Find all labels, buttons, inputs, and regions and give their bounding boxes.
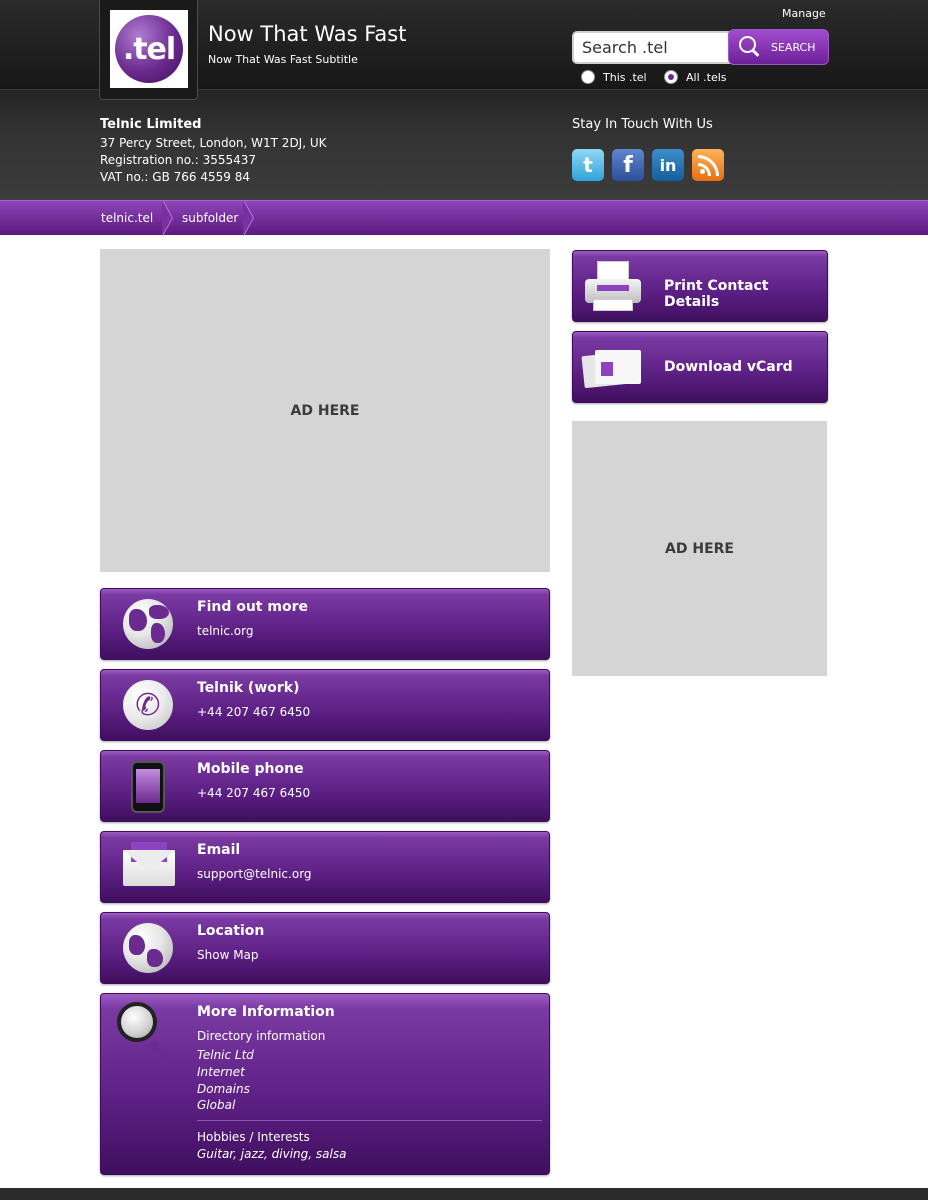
contact-find-out-more[interactable]: Find out more telnic.org [100,588,550,660]
contact-title: Mobile phone [197,761,304,777]
twitter-glyph: t [583,153,593,177]
contact-value-link[interactable]: telnic.org [197,624,253,638]
directory-item: Domains [197,1082,250,1096]
print-contact-label: Print Contact Details [664,278,769,310]
contact-value-link[interactable]: Show Map [197,948,259,962]
linkedin-glyph: in [659,155,677,175]
scope-option-all-tels[interactable]: All .tels [664,70,727,84]
facebook-icon[interactable]: f [612,149,644,181]
directory-label: Directory information [197,1029,326,1043]
logo-container[interactable]: .tel [99,0,198,100]
search-icon [737,34,763,60]
radio-label-this-tel: This .tel [603,70,647,84]
vcard-icon [581,348,643,390]
contact-location[interactable]: Location Show Map [100,912,550,984]
contact-email[interactable]: Email support@telnic.org [100,831,550,903]
divider [197,1120,542,1121]
company-address: 37 Percy Street, London, W1T 2DJ, UK [100,136,327,150]
hobbies-value: Guitar, jazz, diving, salsa [197,1147,347,1161]
envelope-icon [123,842,175,894]
radio-this-tel[interactable] [581,70,595,84]
scope-option-this-tel[interactable]: This .tel [581,70,647,84]
contact-value-link[interactable]: support@telnic.org [197,867,312,881]
main-ad[interactable]: AD HERE [100,249,550,572]
company-vat: VAT no.: GB 766 4559 84 [100,170,250,184]
side-ad[interactable]: AD HERE [572,421,827,676]
hobbies-label: Hobbies / Interests [197,1130,310,1144]
tel-logo-icon: .tel [115,15,183,83]
company-registration: Registration no.: 3555437 [100,153,257,167]
download-vcard-label: Download vCard [664,359,793,375]
printer-icon [585,261,643,313]
directory-item: Global [197,1098,236,1112]
contact-value-link[interactable]: +44 207 467 6450 [197,786,310,800]
location-globe-icon [123,923,175,975]
site-subtitle: Now That Was Fast Subtitle [208,53,358,66]
contact-value-link[interactable]: +44 207 467 6450 [197,705,310,719]
search-input[interactable] [572,31,742,64]
directory-item: Telnic Ltd [197,1048,254,1062]
search-button[interactable]: SEARCH [728,29,829,65]
breadcrumb-separator [243,200,256,236]
rss-icon[interactable] [692,149,724,181]
breadcrumb: telnic.tel subfolder [0,200,928,236]
rss-dot [700,169,705,174]
magnifier-icon [117,1002,173,1065]
contact-telnik-work[interactable]: ✆ Telnik (work) +44 207 467 6450 [100,669,550,741]
breadcrumb-item-telnic[interactable]: telnic.tel [101,211,153,225]
globe-icon [123,599,175,651]
company-name: Telnic Limited [100,117,202,132]
contact-mobile-phone[interactable]: Mobile phone +44 207 467 6450 [100,750,550,822]
download-vcard-button[interactable]: Download vCard [572,331,828,403]
main-ad-label: AD HERE [290,402,360,419]
breadcrumb-item-subfolder[interactable]: subfolder [182,211,238,225]
more-information-panel: More Information Directory information T… [100,993,550,1175]
stay-in-touch-title: Stay In Touch With Us [572,117,713,132]
site-title: Now That Was Fast [208,22,407,46]
manage-link[interactable]: Manage [782,7,826,20]
phone-icon: ✆ [123,680,175,732]
contact-title: Email [197,842,241,858]
print-contact-button[interactable]: Print Contact Details [572,250,828,322]
directory-item: Internet [197,1065,245,1079]
breadcrumb-separator [162,200,175,236]
radio-all-tels[interactable] [664,70,678,84]
logo-text: .tel [122,31,176,67]
contact-title: Telnik (work) [197,680,300,696]
contact-title: Find out more [197,599,308,615]
more-info-title: More Information [197,1004,335,1020]
search-button-label: SEARCH [771,40,816,54]
twitter-icon[interactable]: t [572,149,604,181]
facebook-glyph: f [623,152,633,178]
radio-label-all-tels: All .tels [686,70,727,84]
footer-bar [0,1188,928,1200]
logo: .tel [110,10,188,88]
side-ad-label: AD HERE [665,540,734,557]
linkedin-icon[interactable]: in [652,149,684,181]
mobile-phone-icon [123,761,175,813]
contact-title: Location [197,923,265,939]
